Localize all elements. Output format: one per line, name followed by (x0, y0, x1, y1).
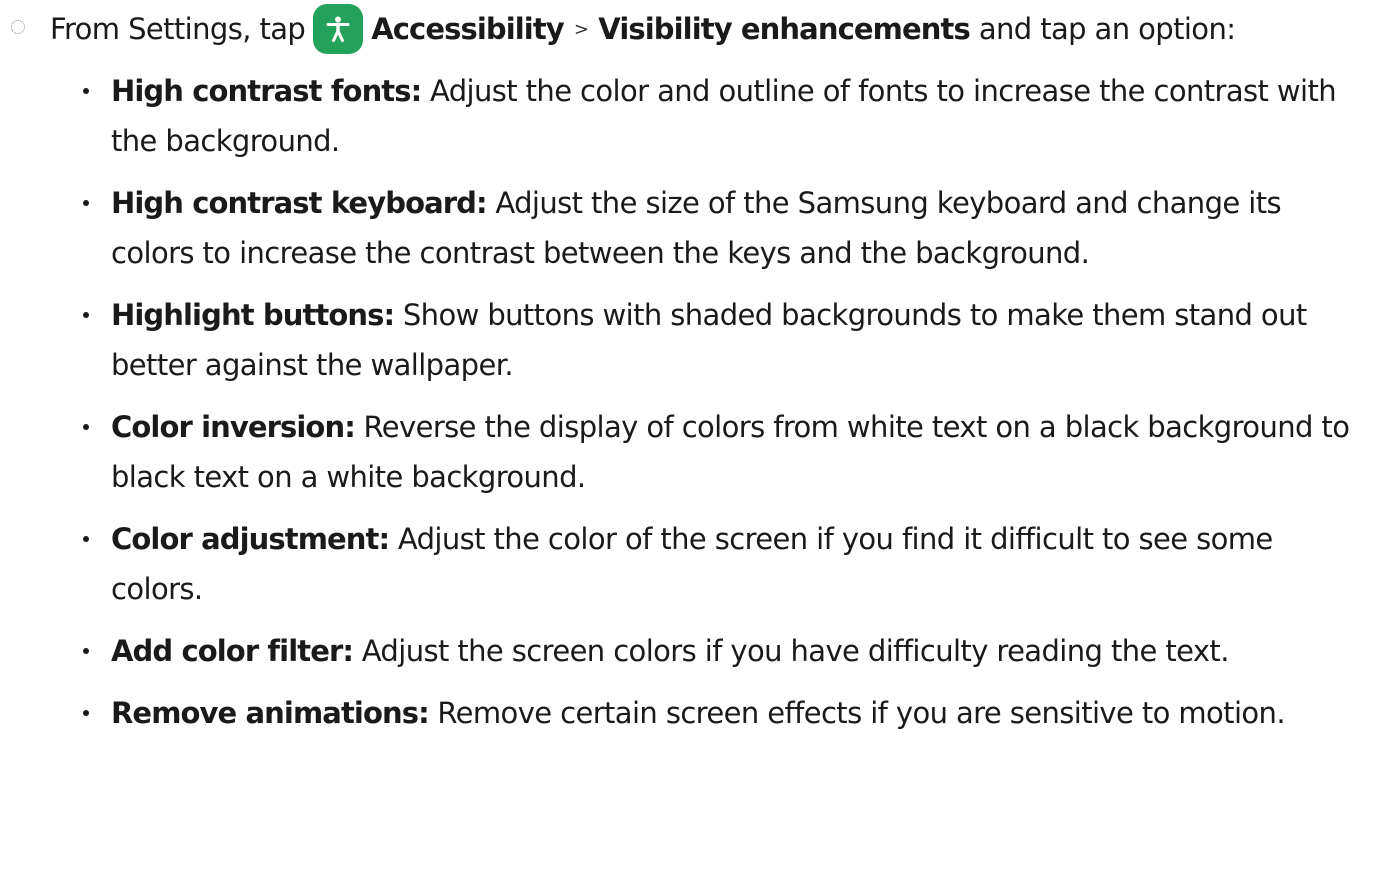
option-name: Color adjustment (111, 522, 379, 556)
instruction-text: From Settings, tap Accessibility > Visib… (50, 4, 1236, 54)
instruction-step: From Settings, tap Accessibility > Visib… (0, 0, 1387, 58)
list-bullet (83, 88, 89, 94)
list-bullet (83, 536, 89, 542)
menu-separator: > (573, 18, 589, 40)
list-bullet (83, 424, 89, 430)
option-description: Remove certain screen effects if you are… (437, 696, 1285, 730)
option-name: High contrast fonts (111, 74, 412, 108)
menu-visibility-enhancements: Visibility enhancements (598, 12, 970, 46)
option-high-contrast-keyboard: High contrast keyboard: Adjust the size … (0, 178, 1387, 278)
option-name: Remove animations (111, 696, 419, 730)
list-bullet (83, 200, 89, 206)
options-list: High contrast fonts: Adjust the color an… (0, 66, 1387, 750)
step-bullet-icon (11, 20, 25, 34)
accessibility-icon (313, 4, 364, 54)
option-name: Add color filter (111, 634, 343, 668)
instruction-suffix: and tap an option: (978, 12, 1236, 46)
option-name: High contrast keyboard (111, 186, 477, 220)
option-add-color-filter: Add color filter: Adjust the screen colo… (0, 626, 1387, 676)
option-name: Color inversion (111, 410, 345, 444)
option-name: Highlight buttons (111, 298, 384, 332)
option-description: Adjust the screen colors if you have dif… (361, 634, 1230, 668)
list-bullet (83, 710, 89, 716)
option-remove-animations: Remove animations: Remove certain screen… (0, 688, 1387, 738)
option-high-contrast-fonts: High contrast fonts: Adjust the color an… (0, 66, 1387, 166)
option-highlight-buttons: Highlight buttons: Show buttons with sha… (0, 290, 1387, 390)
instruction-prefix: From Settings, tap (50, 12, 306, 46)
list-bullet (83, 648, 89, 654)
menu-accessibility: Accessibility (371, 12, 565, 46)
list-bullet (83, 312, 89, 318)
option-color-adjustment: Color adjustment: Adjust the color of th… (0, 514, 1387, 614)
option-color-inversion: Color inversion: Reverse the display of … (0, 402, 1387, 502)
